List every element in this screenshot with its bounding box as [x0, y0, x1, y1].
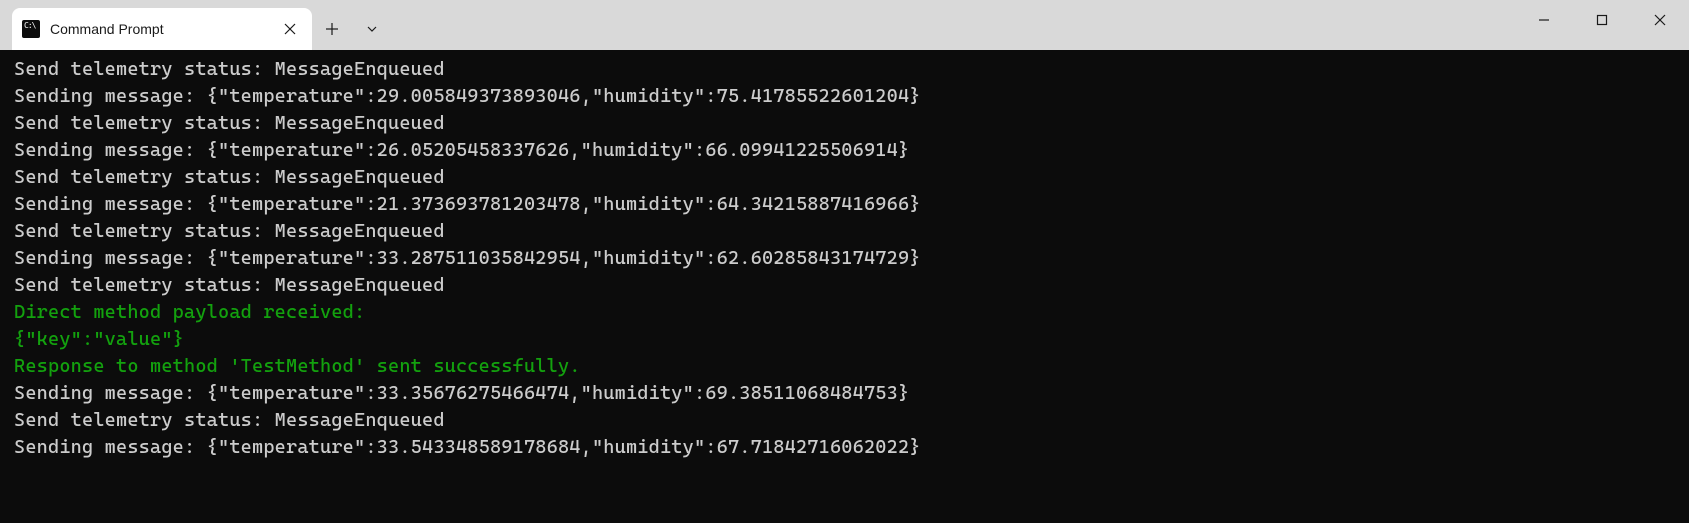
- minimize-icon: [1538, 14, 1550, 26]
- maximize-button[interactable]: [1573, 0, 1631, 40]
- close-window-button[interactable]: [1631, 0, 1689, 40]
- titlebar: Command Prompt: [0, 0, 1689, 50]
- terminal-line: Response to method 'TestMethod' sent suc…: [14, 353, 1675, 380]
- terminal-line: Send telemetry status: MessageEnqueued: [14, 218, 1675, 245]
- terminal-icon: [22, 20, 40, 38]
- maximize-icon: [1596, 14, 1608, 26]
- terminal-output[interactable]: Send telemetry status: MessageEnqueuedSe…: [0, 50, 1689, 523]
- terminal-line: Send telemetry status: MessageEnqueued: [14, 164, 1675, 191]
- terminal-line: Sending message: {"temperature":33.35676…: [14, 380, 1675, 407]
- terminal-line: Send telemetry status: MessageEnqueued: [14, 407, 1675, 434]
- close-icon: [1654, 14, 1666, 26]
- terminal-line: Sending message: {"temperature":21.37369…: [14, 191, 1675, 218]
- chevron-down-icon: [366, 23, 378, 35]
- terminal-line: Direct method payload received:: [14, 299, 1675, 326]
- close-icon: [284, 23, 296, 35]
- terminal-line: Sending message: {"temperature":33.28751…: [14, 245, 1675, 272]
- terminal-line: Send telemetry status: MessageEnqueued: [14, 110, 1675, 137]
- terminal-line: {"key":"value"}: [14, 326, 1675, 353]
- new-tab-button[interactable]: [312, 8, 352, 50]
- minimize-button[interactable]: [1515, 0, 1573, 40]
- terminal-line: Send telemetry status: MessageEnqueued: [14, 272, 1675, 299]
- tab-close-button[interactable]: [282, 21, 298, 37]
- terminal-line: Sending message: {"temperature":29.00584…: [14, 83, 1675, 110]
- tab-title: Command Prompt: [50, 21, 272, 37]
- tab-dropdown-button[interactable]: [352, 8, 392, 50]
- terminal-line: Send telemetry status: MessageEnqueued: [14, 56, 1675, 83]
- window-controls: [1515, 0, 1689, 40]
- plus-icon: [325, 22, 339, 36]
- tab-command-prompt[interactable]: Command Prompt: [12, 8, 312, 50]
- terminal-line: Sending message: {"temperature":33.54334…: [14, 434, 1675, 461]
- terminal-line: Sending message: {"temperature":26.05205…: [14, 137, 1675, 164]
